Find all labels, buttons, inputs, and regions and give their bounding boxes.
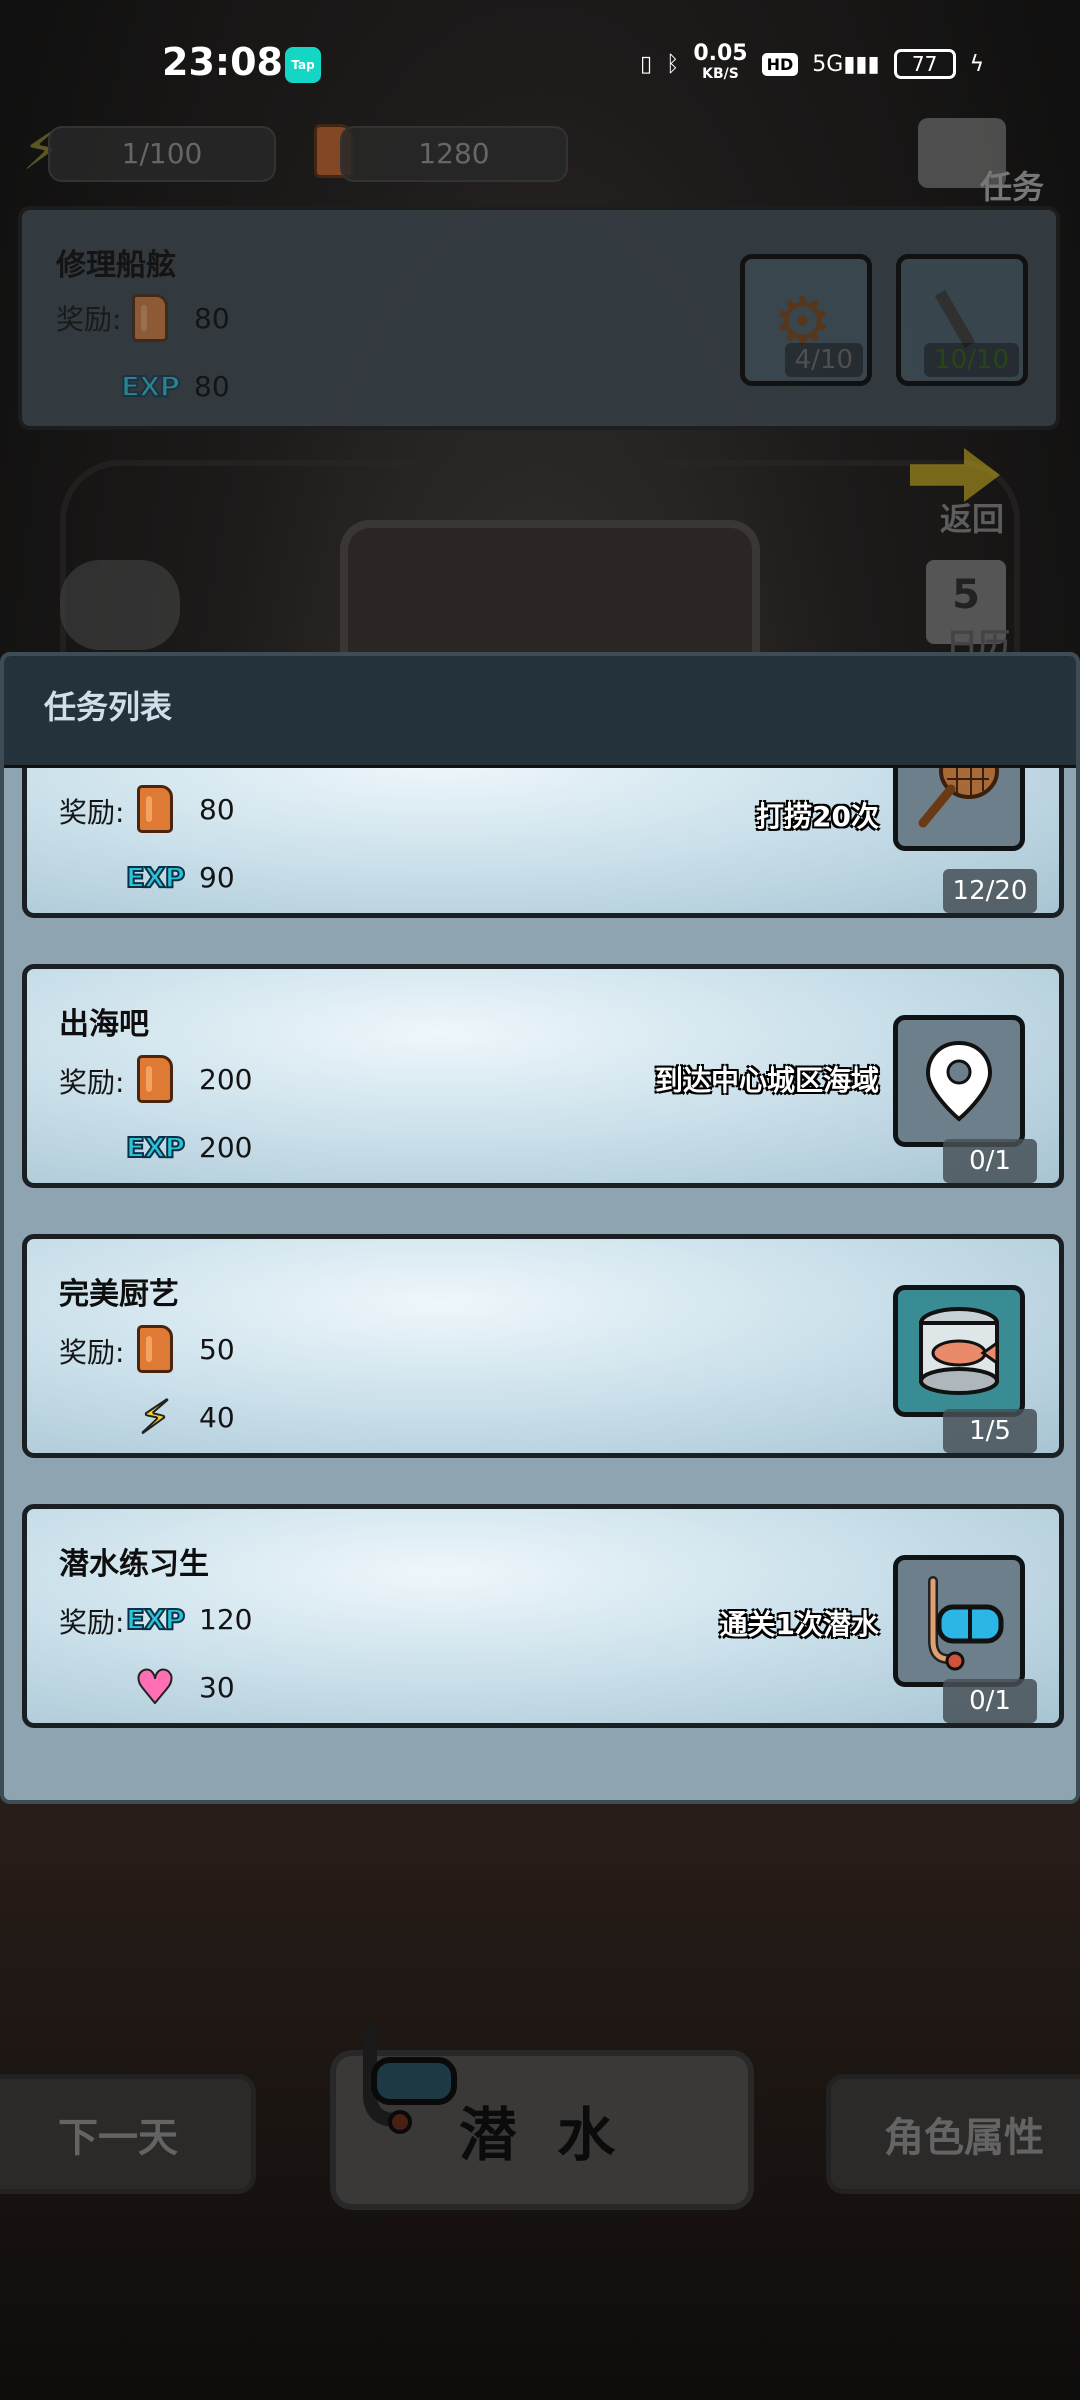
reward-label: 奖励: (56, 303, 122, 336)
fuel-reward: 80 (127, 783, 235, 835)
requirement-slot-gear[interactable]: ⚙ 4/10 (740, 254, 872, 386)
task-icon-slot (893, 1015, 1025, 1147)
task-card[interactable]: 完美厨艺 奖励: 50 ⚡ 40 1/5 (22, 1234, 1064, 1458)
fuel-reward: 80 (122, 292, 230, 344)
hd-badge: HD (761, 52, 799, 76)
screw-icon (934, 290, 976, 348)
net-speed: 0.05 KB/S (693, 41, 748, 83)
status-icons: ▯ ᛒ 0.05 KB/S HD 5G▮▮▮ 77 ϟ (640, 41, 985, 84)
task-description: 打捞20次 (756, 800, 879, 833)
fuel-can-icon (122, 292, 178, 344)
panel-title: 任务列表 (44, 688, 173, 726)
exp-icon: EXP (125, 860, 186, 895)
task-description: 到达中心城区海域 (654, 1064, 879, 1097)
task-progress: 0/1 (943, 1139, 1037, 1183)
task-card[interactable]: 奖励: 80 EXP 90 打捞20次 12/20 (22, 768, 1064, 918)
energy-reward: ⚡ 40 (127, 1391, 235, 1443)
chef-hat-icon[interactable] (60, 560, 180, 650)
charging-icon: ϟ (969, 51, 985, 77)
dive-mask-icon (363, 2024, 457, 2134)
task-title: 完美厨艺 (59, 1277, 179, 1312)
status-time: 23:08 (162, 40, 283, 84)
requirement-slot-screw[interactable]: 10/10 (896, 254, 1028, 386)
task-icon-slot (893, 768, 1025, 851)
fuel-can-icon (127, 783, 183, 835)
signal-icon: 5G▮▮▮ (812, 51, 880, 77)
reward-label: 奖励: (59, 1606, 125, 1639)
diving-mask-icon (928, 1576, 1004, 1671)
current-mission-card: 修理船舷 奖励: 80 EXP 80 ⚙ 4/10 10/10 (18, 206, 1060, 430)
exp-reward: EXP 90 (125, 851, 235, 903)
canned-fish-icon (919, 1307, 999, 1395)
task-progress: 0/1 (943, 1679, 1037, 1723)
tap-app-icon: Tap (285, 47, 321, 83)
reward-label: 奖励: (59, 1066, 125, 1099)
panel-header: 任务列表 (4, 656, 1076, 768)
exp-reward: EXP 80 (120, 360, 230, 412)
task-title: 出海吧 (59, 1007, 149, 1042)
task-list-panel: 任务列表 奖励: 80 EXP 90 打捞20次 12/20 出海吧 奖励: 2… (0, 652, 1080, 1804)
requirement-progress: 4/10 (784, 343, 863, 377)
health-reward: ♥ 30 (127, 1660, 234, 1714)
next-day-button[interactable]: 下一天 (0, 2074, 256, 2194)
task-list[interactable]: 奖励: 80 EXP 90 打捞20次 12/20 出海吧 奖励: 200 EX… (4, 768, 1076, 1800)
task-description: 通关1次潜水 (719, 1608, 879, 1641)
task-progress: 1/5 (943, 1409, 1037, 1453)
energy-bolt-icon: ⚡ (138, 1390, 172, 1444)
reward-label: 奖励: (59, 796, 125, 829)
fuel-can-icon (127, 1053, 183, 1105)
exp-icon: EXP (125, 1602, 186, 1637)
task-card[interactable]: 潜水练习生 奖励: EXP 120 ♥ 30 通关1次潜水 0/1 (22, 1504, 1064, 1728)
tasks-label: 任务 (980, 168, 1045, 206)
task-progress: 12/20 (943, 869, 1037, 913)
fuel-reward: 50 (127, 1323, 235, 1375)
fishing-net-icon (918, 768, 999, 828)
bluetooth-icon: ᛒ (666, 51, 680, 77)
task-icon-slot (893, 1285, 1025, 1417)
exp-icon: EXP (120, 369, 181, 404)
fuel-counter: 1280 (340, 126, 568, 182)
mission-title: 修理船舷 (56, 248, 176, 283)
battery-indicator: 77 (893, 49, 956, 79)
fuel-can-icon (127, 1323, 183, 1375)
exp-reward: EXP 120 (125, 1593, 253, 1645)
energy-counter: 1/100 (48, 126, 276, 182)
fuel-reward: 200 (127, 1053, 252, 1105)
requirement-progress: 10/10 (924, 343, 1019, 377)
task-title: 潜水练习生 (59, 1547, 209, 1582)
heart-icon: ♥ (133, 1660, 176, 1714)
back-button[interactable]: 返回 (940, 494, 1004, 540)
location-pin-icon (925, 1040, 993, 1122)
task-icon-slot (893, 1555, 1025, 1687)
status-bar: 23:08 Tap ▯ ᛒ 0.05 KB/S HD 5G▮▮▮ 77 ϟ (0, 0, 1080, 130)
reward-label: 奖励: (59, 1336, 125, 1369)
exp-reward: EXP 200 (125, 1121, 253, 1173)
task-card[interactable]: 出海吧 奖励: 200 EXP 200 到达中心城区海域 0/1 (22, 964, 1064, 1188)
exp-icon: EXP (125, 1130, 186, 1165)
vibrate-icon: ▯ (640, 51, 653, 77)
character-attributes-button[interactable]: 角色属性 (826, 2074, 1080, 2194)
